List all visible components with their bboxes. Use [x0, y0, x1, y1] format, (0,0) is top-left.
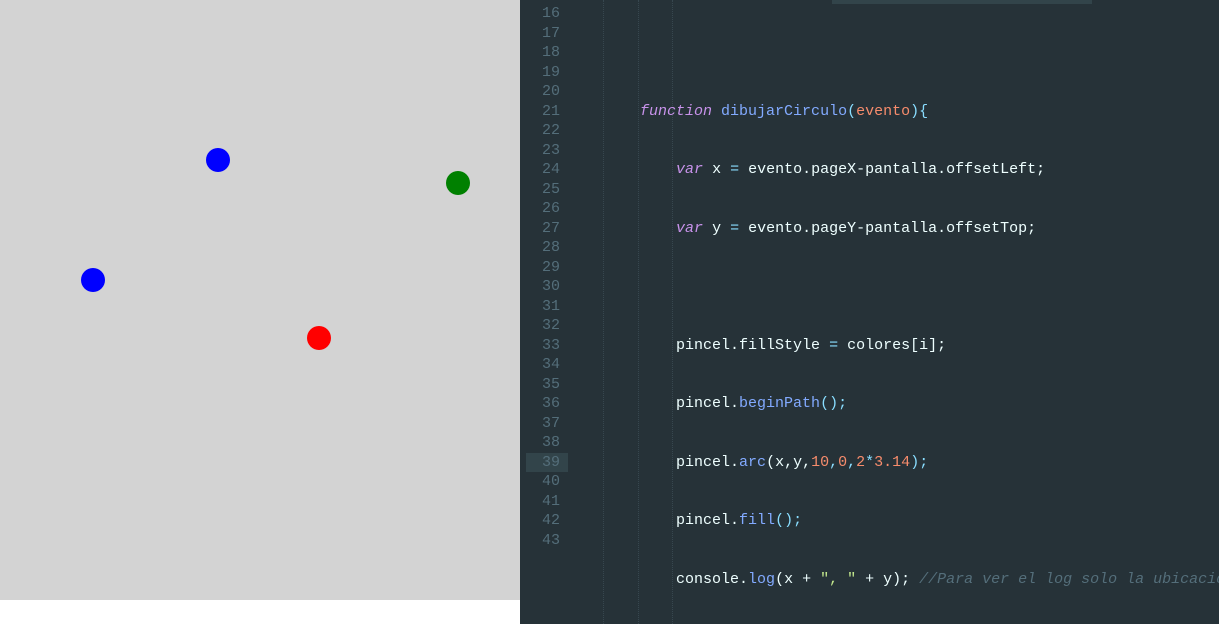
line-number: 34 [526, 355, 568, 375]
line-number: 20 [526, 82, 568, 102]
line-number: 24 [526, 160, 568, 180]
code-content[interactable]: function dibujarCirculo(evento){ var x =… [568, 0, 1219, 624]
line-number: 40 [526, 472, 568, 492]
diff-indicator-bar [520, 0, 526, 624]
line-number-gutter: 1617181920212223242526272829303132333435… [526, 0, 568, 624]
line-number: 39 [526, 453, 568, 473]
line-number: 31 [526, 297, 568, 317]
drawn-circle [307, 326, 331, 350]
line-number: 30 [526, 277, 568, 297]
drawn-circle [446, 171, 470, 195]
line-number: 27 [526, 219, 568, 239]
line-number: 21 [526, 102, 568, 122]
line-number: 16 [526, 4, 568, 24]
line-number: 22 [526, 121, 568, 141]
line-number: 42 [526, 511, 568, 531]
canvas-area[interactable] [0, 0, 520, 600]
line-number: 37 [526, 414, 568, 434]
code-line [568, 277, 1219, 297]
code-line: var y = evento.pageY-pantalla.offsetTop; [568, 219, 1219, 239]
line-number: 41 [526, 492, 568, 512]
line-number: 43 [526, 531, 568, 551]
line-number: 33 [526, 336, 568, 356]
code-line: pincel.beginPath(); [568, 394, 1219, 414]
code-line: pincel.arc(x,y,10,0,2*3.14); [568, 453, 1219, 473]
drawn-circle [81, 268, 105, 292]
drawn-circle [206, 148, 230, 172]
preview-pane [0, 0, 520, 624]
code-line: function dibujarCirculo(evento){ [568, 102, 1219, 122]
code-line: pincel.fillStyle = colores[i]; [568, 336, 1219, 356]
code-line: pincel.fill(); [568, 511, 1219, 531]
code-editor[interactable]: 1617181920212223242526272829303132333435… [520, 0, 1219, 624]
line-number: 19 [526, 63, 568, 83]
code-line: console.log(x + ", " + y); //Para ver el… [568, 570, 1219, 590]
line-number: 32 [526, 316, 568, 336]
line-number: 17 [526, 24, 568, 44]
line-number: 28 [526, 238, 568, 258]
line-number: 36 [526, 394, 568, 414]
line-number: 35 [526, 375, 568, 395]
line-number: 38 [526, 433, 568, 453]
line-number: 29 [526, 258, 568, 278]
line-number: 25 [526, 180, 568, 200]
line-number: 23 [526, 141, 568, 161]
code-line: var x = evento.pageX-pantalla.offsetLeft… [568, 160, 1219, 180]
line-number: 18 [526, 43, 568, 63]
line-number: 26 [526, 199, 568, 219]
